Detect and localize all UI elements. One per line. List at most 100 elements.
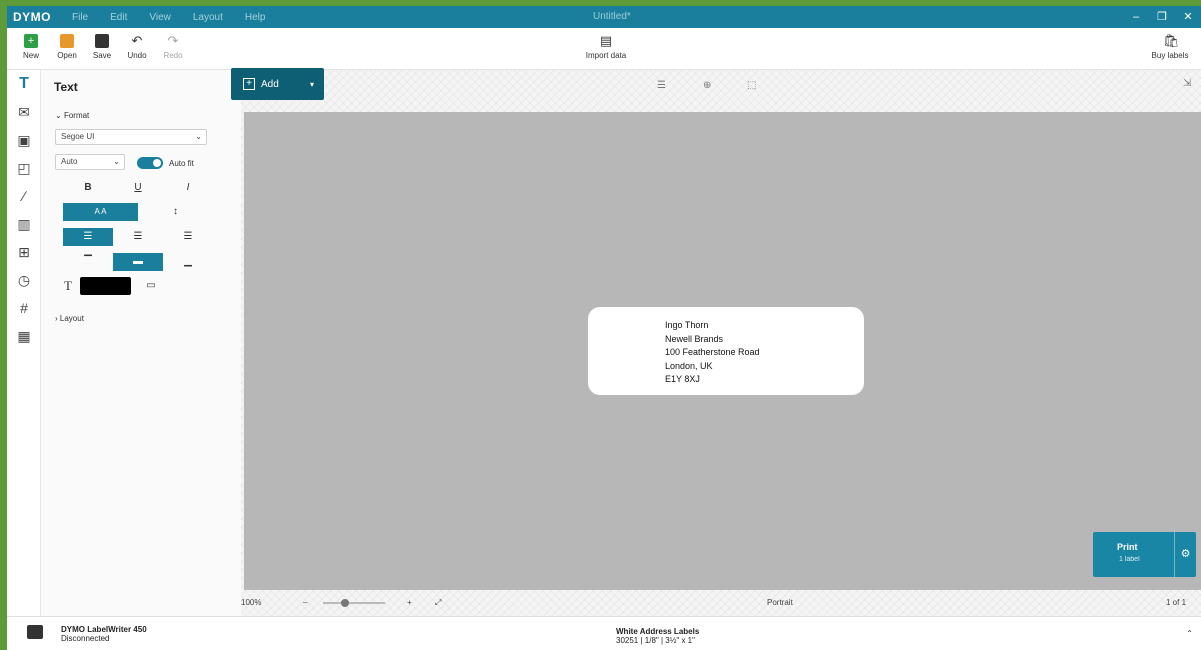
cart-icon: 🛍 (1163, 33, 1180, 48)
plus-icon: + (243, 78, 255, 90)
restore-button[interactable]: ❐ (1149, 6, 1175, 28)
orientation-select[interactable]: Portrait (767, 598, 793, 607)
align-left-button[interactable]: ☰ (63, 228, 113, 246)
zoom-slider[interactable] (323, 599, 385, 607)
text-size-button[interactable]: A A (63, 203, 138, 221)
address-line: 100 Featherstone Road (665, 347, 760, 358)
open-label: Open (57, 51, 77, 60)
panel-toggle-icon[interactable]: ⇲ (1183, 78, 1191, 89)
minimize-button[interactable]: – (1123, 6, 1149, 28)
import-data-icon: ▤ (599, 33, 613, 48)
align-right-button[interactable]: ☰ (163, 228, 213, 246)
undo-button[interactable]: ↶ Undo (119, 33, 155, 61)
label-size: 30251 | 1/8" | 3½" x 1" (616, 636, 695, 645)
chevron-down-icon: ⌄ (55, 111, 64, 120)
address-line: London, UK (665, 360, 713, 371)
save-button[interactable]: Save (84, 34, 120, 60)
open-button[interactable]: Open (49, 34, 85, 60)
object-rail: T ✉ ▣ ◰ ∕ ▥ ⊞ ◷ # ▦ (7, 70, 41, 616)
shapes-icon[interactable]: ◰ (7, 154, 41, 182)
menu-view[interactable]: View (138, 12, 182, 23)
redo-button[interactable]: ↷ Redo (155, 33, 191, 61)
chevron-down-icon: ⌄ (195, 132, 202, 141)
label-type-select[interactable]: White Address Labels 30251 | 1/8" | 3½" … (616, 627, 699, 645)
address-line: Newell Brands (665, 333, 724, 344)
text-properties-panel: Text ⌄ Format Segoe UI ⌄ Auto ⌄ Auto fit… (41, 70, 241, 616)
size-tool-icon[interactable]: ⬚ (747, 80, 756, 91)
new-icon: + (24, 34, 38, 48)
vertical-text-button[interactable]: ↕ (138, 203, 213, 221)
window-controls: – ❐ ✕ (1123, 6, 1201, 28)
align-bottom-button[interactable]: ▁ (163, 253, 213, 271)
zoom-out-button[interactable]: – (303, 598, 307, 607)
document-title: Untitled* (593, 11, 631, 22)
main-toolbar: + New Open Save ↶ Undo ↷ Redo ▤ Import d… (7, 28, 1201, 70)
text-icon[interactable]: T (7, 70, 41, 98)
font-family-select[interactable]: Segoe UI ⌄ (55, 129, 207, 145)
address-icon[interactable]: ✉ (7, 98, 41, 126)
bold-button[interactable]: B (63, 179, 113, 197)
align-top-button[interactable]: ▔ (63, 253, 113, 271)
add-label: Add (261, 78, 279, 90)
italic-button[interactable]: I (163, 179, 213, 197)
buy-labels-button[interactable]: 🛍 Buy labels (1147, 33, 1193, 61)
app-logo: DYMO (13, 10, 51, 24)
save-label: Save (92, 51, 112, 60)
background-color-icon[interactable]: ▭ (141, 277, 161, 295)
font-size-value: Auto (61, 157, 78, 166)
text-color-swatch[interactable] (80, 277, 131, 295)
redo-label: Redo (163, 51, 183, 60)
import-data-button[interactable]: ▤ Import data (583, 33, 629, 61)
address-text-block[interactable]: Ingo Thorn Newell Brands 100 Featherston… (665, 319, 760, 387)
align-middle-button[interactable]: ▬ (113, 253, 163, 271)
zoom-level-select[interactable]: 100% (241, 598, 261, 607)
printer-icon (27, 625, 43, 639)
layout-section-header[interactable]: › Layout (55, 314, 84, 323)
design-canvas[interactable]: Ingo Thorn Newell Brands 100 Featherston… (244, 112, 1201, 590)
address-line: E1Y 8XJ (665, 374, 700, 385)
close-button[interactable]: ✕ (1175, 6, 1201, 28)
chevron-down-icon: ⌄ (113, 157, 120, 166)
gear-icon[interactable]: ⚙ (1174, 532, 1196, 577)
menu-layout[interactable]: Layout (182, 12, 234, 23)
menu-edit[interactable]: Edit (99, 12, 138, 23)
align-left-icon: ☰ (83, 231, 93, 242)
date-time-icon[interactable]: ◷ (7, 266, 41, 294)
format-section-header[interactable]: ⌄ Format (55, 111, 89, 120)
align-top-icon: ▔ (84, 256, 92, 267)
address-line: Ingo Thorn (665, 320, 709, 330)
text-color-icon: T (64, 278, 72, 293)
fit-to-window-icon[interactable]: ⤢ (435, 598, 441, 608)
chevron-up-icon[interactable]: ⌃ (1186, 629, 1193, 638)
format-section-label: Format (63, 111, 90, 120)
print-button[interactable]: Print 1 label ⚙ (1093, 532, 1196, 577)
redo-icon: ↷ (167, 33, 179, 48)
align-center-button[interactable]: ☰ (113, 228, 163, 246)
zoom-in-button[interactable]: + (407, 598, 412, 607)
add-object-button[interactable]: + Add ▾ (231, 68, 324, 100)
vertical-text-icon: ↕ (173, 206, 178, 217)
menu-help[interactable]: Help (234, 12, 277, 23)
underline-button[interactable]: U (113, 179, 163, 197)
undo-label: Undo (127, 51, 147, 60)
printer-name: DYMO LabelWriter 450 (61, 625, 147, 634)
distribute-tool-icon[interactable]: ⊕ (703, 80, 711, 91)
printer-select[interactable]: DYMO LabelWriter 450 Disconnected (61, 625, 147, 643)
align-bottom-icon: ▁ (184, 256, 192, 267)
counter-icon[interactable]: # (7, 294, 41, 322)
image-icon[interactable]: ▣ (7, 126, 41, 154)
menu-file[interactable]: File (61, 12, 99, 23)
page-indicator: 1 of 1 (1166, 598, 1187, 607)
address-label[interactable]: Ingo Thorn Newell Brands 100 Featherston… (588, 307, 864, 395)
layout-section-label: Layout (59, 314, 84, 323)
align-tool-icon[interactable]: ☰ (657, 80, 666, 91)
barcode-icon[interactable]: ▥ (7, 210, 41, 238)
undo-icon: ↶ (131, 33, 143, 48)
print-title: Print (1117, 542, 1138, 552)
table-icon[interactable]: ▦ (7, 322, 41, 350)
auto-fit-toggle[interactable] (137, 157, 163, 169)
qr-code-icon[interactable]: ⊞ (7, 238, 41, 266)
new-button[interactable]: + New (13, 34, 49, 60)
font-size-select[interactable]: Auto ⌄ (55, 154, 125, 170)
line-icon[interactable]: ∕ (7, 182, 41, 210)
